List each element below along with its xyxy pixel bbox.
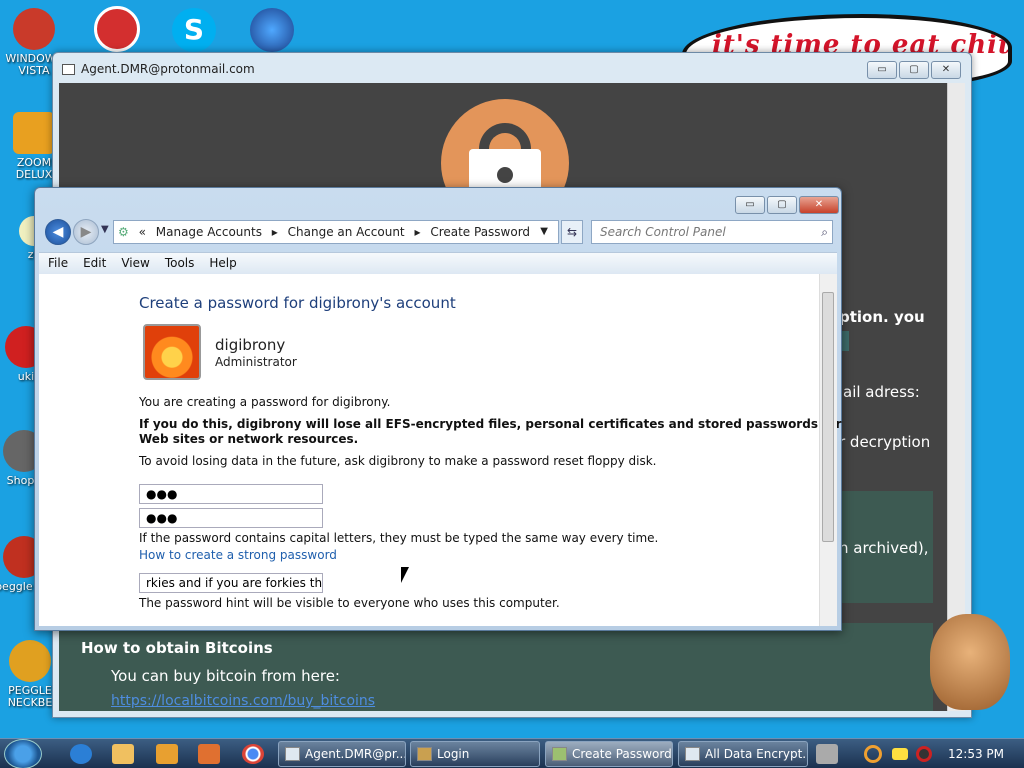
taskbar-item-label: All Data Encrypt... — [705, 747, 808, 761]
internet-explorer-icon[interactable] — [70, 744, 92, 764]
ransom-text-3: r decryption — [839, 433, 931, 451]
back-arrow-icon[interactable]: ◀ — [45, 219, 71, 245]
search-placeholder: Search Control Panel — [600, 225, 726, 239]
search-icon[interactable]: ⌕ — [821, 221, 828, 243]
clock[interactable]: 12:53 PM — [948, 747, 1004, 761]
control-panel-icon — [552, 747, 567, 761]
content-area: Create a password for digibrony's accoun… — [39, 274, 842, 626]
refresh-icon[interactable]: ⇆ — [561, 220, 583, 244]
globe-icon[interactable] — [250, 8, 294, 52]
new-password-field[interactable]: ●●● — [139, 484, 323, 504]
scroll-thumb[interactable] — [822, 292, 834, 542]
password-hint-field[interactable]: rkies and if you are forkies then g — [139, 573, 323, 593]
capital-letters-text: If the password contains capital letters… — [139, 531, 659, 545]
menu-edit[interactable]: Edit — [74, 253, 112, 270]
window-icon — [62, 64, 75, 75]
zoom-delux-icon — [13, 112, 55, 154]
control-panel-icon: ⚙ — [118, 225, 129, 239]
media-player-icon[interactable] — [156, 744, 178, 764]
account-name: digibrony — [215, 336, 286, 354]
create-password-window[interactable]: ▭ ▢ ✕ ◀ ▶ ▼ ⚙ « Manage Accounts ▸ Change… — [34, 187, 842, 631]
close-button[interactable]: ✕ — [799, 196, 839, 214]
navigation-bar: ◀ ▶ ▼ ⚙ « Manage Accounts ▸ Change an Ac… — [41, 216, 837, 248]
ransom-text-4: n archived), — [839, 539, 929, 557]
tray-notify-icon[interactable] — [892, 748, 908, 760]
menu-tools[interactable]: Tools — [156, 253, 201, 270]
avatar — [143, 324, 201, 380]
strong-password-link[interactable]: How to create a strong password — [139, 548, 337, 562]
account-role: Administrator — [215, 355, 297, 369]
tray-speaker-icon[interactable] — [916, 746, 932, 762]
page-title: Create a password for digibrony's accoun… — [139, 294, 456, 312]
desktop-icon-label: PEGGLE NECKBE — [7, 684, 53, 709]
breadcrumb-manage-accounts[interactable]: Manage Accounts — [156, 225, 262, 239]
close-button[interactable]: ✕ — [931, 61, 961, 79]
window-icon — [685, 747, 700, 761]
btc-link[interactable]: https://localbitcoins.com/buy_bitcoins — [111, 693, 375, 709]
breadcrumb-change-an-account[interactable]: Change an Account — [288, 225, 405, 239]
keyhole-icon — [497, 167, 513, 183]
breadcrumb-overflow[interactable]: « — [139, 225, 146, 239]
ransom-window-title: Agent.DMR@protonmail.com — [81, 62, 255, 76]
hint-visibility-text: The password hint will be visible to eve… — [139, 596, 560, 610]
tray-app-icon[interactable] — [816, 744, 838, 764]
reset-disk-text: To avoid losing data in the future, ask … — [139, 454, 657, 468]
address-bar[interactable]: ⚙ « Manage Accounts ▸ Change an Account … — [113, 220, 559, 244]
folder-icon[interactable] — [112, 744, 134, 764]
warning-text-line2: Web sites or network resources. — [139, 432, 359, 446]
window-icon — [285, 747, 300, 761]
ransom-window-controls: ▭ ▢ ✕ — [867, 61, 961, 79]
btc-title: How to obtain Bitcoins — [81, 639, 273, 657]
minimize-button[interactable]: ▭ — [735, 196, 765, 214]
taskbar-item-agent[interactable]: Agent.DMR@pr... — [278, 741, 406, 767]
taskbar-item-create-password[interactable]: Create Password — [545, 741, 673, 767]
menu-view[interactable]: View — [112, 253, 155, 270]
skype-icon[interactable]: S — [172, 8, 216, 52]
intro-text: You are creating a password for digibron… — [139, 395, 391, 409]
app-icon[interactable] — [198, 744, 220, 764]
tray-search-icon[interactable] — [864, 745, 882, 763]
taskbar: Agent.DMR@pr... Login Create Password Al… — [0, 738, 1024, 768]
maximize-button[interactable]: ▢ — [767, 196, 797, 214]
windows-vista-icon — [13, 8, 55, 50]
taskbar-item-label: Login — [437, 747, 470, 761]
chevron-down-icon[interactable]: ▼ — [540, 221, 548, 243]
recent-pages-dropdown-icon[interactable]: ▼ — [101, 224, 109, 235]
taskbar-item-label: Create Password — [572, 747, 672, 761]
start-button[interactable] — [4, 739, 42, 768]
breadcrumb-separator: ▸ — [414, 225, 421, 239]
menu-file[interactable]: File — [39, 253, 74, 270]
menu-help[interactable]: Help — [200, 253, 242, 270]
taskbar-item-all-data-encrypted[interactable]: All Data Encrypt... — [678, 741, 808, 767]
confirm-password-field[interactable]: ●●● — [139, 508, 323, 528]
taskbar-item-login[interactable]: Login — [410, 741, 540, 767]
breadcrumb-separator: ▸ — [271, 225, 278, 239]
forward-arrow-icon[interactable]: ▶ — [73, 219, 99, 245]
content-scrollbar[interactable] — [819, 274, 837, 626]
taskbar-item-label: Agent.DMR@pr... — [305, 747, 406, 761]
chrome-icon[interactable] — [242, 744, 264, 764]
hamster-image — [930, 614, 1010, 710]
window-controls: ▭ ▢ ✕ — [735, 196, 839, 214]
ransom-text-2: ail adress: — [843, 383, 920, 401]
breadcrumb-create-password[interactable]: Create Password — [430, 225, 530, 239]
desktop-icon-peggle-neckbe[interactable]: PEGGLE NECKBE — [0, 640, 60, 709]
menu-bar: File Edit View Tools Help — [39, 252, 837, 274]
warning-text-line1: If you do this, digibrony will lose all … — [139, 417, 842, 431]
login-icon — [417, 747, 432, 761]
desktop-icon-p-logo[interactable] — [94, 6, 140, 52]
mouse-cursor-icon — [401, 567, 409, 583]
btc-subtitle: You can buy bitcoin from here: — [111, 667, 340, 685]
search-input[interactable]: Search Control Panel ⌕ — [591, 220, 833, 244]
minimize-button[interactable]: ▭ — [867, 61, 897, 79]
ransom-text-1: ption. you — [839, 308, 925, 326]
peggle-neckbeard-icon — [9, 640, 51, 682]
maximize-button[interactable]: ▢ — [899, 61, 929, 79]
